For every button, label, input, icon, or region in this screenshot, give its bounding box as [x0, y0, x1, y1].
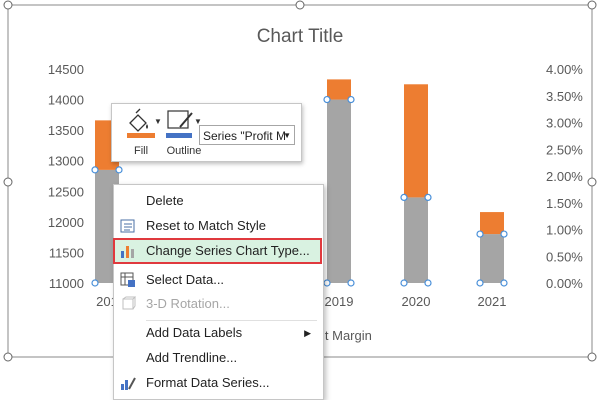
y-tick-label: 14000 — [48, 93, 84, 108]
x-tick-label: 2021 — [478, 294, 507, 309]
y-tick-label: 11000 — [49, 276, 84, 291]
bar-base-2020[interactable] — [404, 197, 428, 283]
select-data-icon — [120, 272, 135, 287]
x-tick-label: 2019 — [325, 294, 354, 309]
chevron-down-icon: ▼ — [283, 131, 291, 140]
resize-handle[interactable] — [3, 352, 13, 362]
y2-tick-label: 0.00% — [546, 276, 583, 291]
reset-style-icon — [120, 219, 135, 233]
outline-button[interactable]: ▼ Outline — [164, 107, 204, 159]
submenu-arrow-icon: ▶ — [304, 328, 311, 338]
format-series-icon — [121, 377, 136, 390]
secondary-y-axis[interactable]: 0.00% 0.50% 1.00% 1.50% 2.00% 2.50% 3.00% 3.50%… — [546, 62, 583, 291]
series-selection-handle[interactable] — [91, 279, 99, 287]
chart-type-icon — [121, 246, 134, 258]
y-tick-label: 13000 — [48, 154, 84, 169]
menu-item-format-data-series[interactable]: Format Data Series... — [114, 371, 321, 395]
menu-item-add-data-labels[interactable]: Add Data Labels ▶ — [114, 321, 321, 345]
bar-profit-margin-2020[interactable] — [404, 84, 428, 198]
fill-label: Fill — [133, 145, 149, 157]
menu-item-3d-rotation[interactable]: 3-D Rotation... — [114, 292, 321, 316]
series-selection-handle[interactable] — [400, 193, 408, 201]
menu-item-label: Change Series Chart Type... — [146, 243, 310, 258]
rotation-icon — [122, 296, 136, 310]
series-selection-handle[interactable] — [476, 279, 484, 287]
resize-handle[interactable] — [295, 0, 305, 10]
menu-item-label: Delete — [146, 193, 184, 208]
context-menu: Delete Reset to Match Style Change Serie… — [113, 184, 324, 400]
menu-item-label: Add Trendline... — [146, 350, 238, 365]
series-selection-handle[interactable] — [323, 95, 331, 104]
menu-item-reset-style[interactable]: Reset to Match Style — [114, 214, 321, 238]
chart-title[interactable]: Chart Title — [257, 26, 344, 47]
menu-item-change-series-chart-type[interactable]: Change Series Chart Type... — [113, 238, 322, 264]
mini-toolbar: ▼ Fill ▼ Outline Series "Profit M ▼ — [111, 103, 302, 162]
menu-item-label: Select Data... — [146, 272, 225, 287]
resize-handle[interactable] — [3, 0, 13, 10]
fill-button[interactable]: ▼ Fill — [118, 107, 164, 159]
y-tick-label: 12000 — [48, 215, 84, 230]
x-tick-label: 2020 — [402, 294, 431, 309]
resize-handle[interactable] — [587, 0, 597, 10]
resize-handle[interactable] — [587, 352, 597, 362]
y2-tick-label: 1.50% — [546, 196, 583, 211]
series-selection-handle[interactable] — [347, 279, 355, 287]
series-selection-handle[interactable] — [115, 166, 123, 174]
series-selection-handle[interactable] — [400, 279, 408, 287]
series-selection-handle[interactable] — [476, 230, 484, 238]
menu-item-select-data[interactable]: Select Data... — [114, 268, 321, 292]
series-selection-handle[interactable] — [424, 279, 432, 287]
outline-color-swatch — [166, 133, 192, 138]
y-axis[interactable]: 11000 11500 12000 12500 13000 13500 14000 14500 — [48, 62, 84, 291]
legend-label-profit-margin[interactable]: it Margin — [322, 328, 372, 343]
menu-item-label: Add Data Labels — [146, 325, 243, 340]
menu-item-label: 3-D Rotation... — [146, 296, 230, 311]
resize-handle[interactable] — [587, 177, 597, 187]
series-select[interactable]: Series "Profit M ▼ — [199, 125, 295, 145]
y-tick-label: 11500 — [49, 245, 84, 260]
bar-profit-margin-2019[interactable] — [327, 79, 351, 100]
series-selection-handle[interactable] — [500, 279, 508, 287]
bar-base-2021[interactable] — [480, 234, 504, 283]
fill-dropdown-icon[interactable]: ▼ — [154, 117, 162, 126]
y2-tick-label: 3.00% — [546, 116, 583, 131]
bar-base-2019[interactable] — [327, 99, 351, 283]
series-selection-handle[interactable] — [323, 279, 331, 287]
bar-profit-margin-2021[interactable] — [480, 212, 504, 235]
fill-color-swatch — [127, 133, 155, 138]
menu-item-add-trendline[interactable]: Add Trendline... — [114, 346, 321, 370]
series-selection-handle[interactable] — [91, 166, 99, 174]
series-selection-handle[interactable] — [424, 193, 432, 201]
menu-item-delete[interactable]: Delete — [114, 189, 321, 213]
y2-tick-label: 2.00% — [546, 169, 583, 184]
series-selection-handle[interactable] — [500, 230, 508, 238]
y2-tick-label: 3.50% — [546, 89, 583, 104]
y2-tick-label: 0.50% — [546, 249, 583, 264]
y2-tick-label: 4.00% — [546, 62, 583, 77]
outline-label: Outline — [166, 145, 202, 157]
series-select-value: Series "Profit M — [203, 129, 286, 143]
y-tick-label: 13500 — [48, 123, 84, 138]
y2-tick-label: 2.50% — [546, 142, 583, 157]
y-tick-label: 12500 — [48, 184, 84, 199]
y-tick-label: 14500 — [48, 62, 84, 77]
y2-tick-label: 1.00% — [546, 223, 583, 238]
menu-item-label: Format Data Series... — [146, 375, 270, 390]
series-selection-handle[interactable] — [347, 95, 355, 104]
menu-item-label: Reset to Match Style — [146, 218, 266, 233]
resize-handle[interactable] — [3, 177, 13, 187]
